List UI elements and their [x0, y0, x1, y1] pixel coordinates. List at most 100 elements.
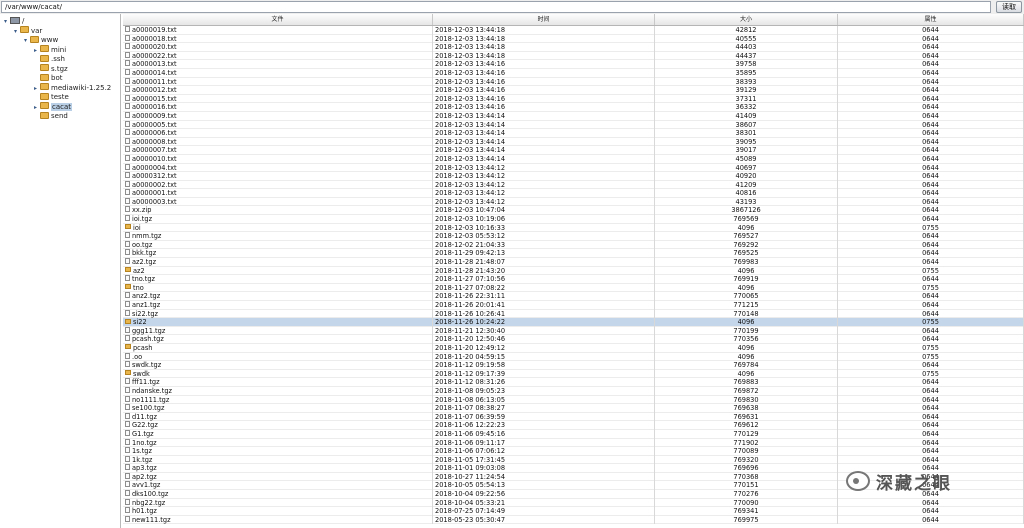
tree-item[interactable]: bot [34, 73, 62, 83]
table-row[interactable]: a0000006.txt 2018-12-03 13:44:14 38301 0644 [123, 129, 1024, 138]
table-row[interactable]: ggg11.tgz 2018-11-21 12:30:40 770199 0644 [123, 326, 1024, 336]
file-size-cell-text: 3867126 [731, 206, 761, 215]
table-row[interactable]: fff11.tgz 2018-11-12 08:31:26 769883 0644 [123, 378, 1024, 387]
table-row[interactable]: nmm.tgz 2018-12-03 05:53:12 769527 0644 [123, 232, 1024, 241]
table-row[interactable]: xx.zip 2018-12-03 10:47:04 3867126 0644 [123, 206, 1024, 216]
file-size-cell: 769612 [655, 421, 838, 430]
table-row[interactable]: G22.tgz 2018-11-06 12:22:23 769612 0644 [123, 421, 1024, 430]
table-row[interactable]: se100.tgz 2018-11-07 08:38:27 769638 0644 [123, 404, 1024, 413]
table-row[interactable]: 1k.tgz 2018-11-05 17:31:45 769320 0644 [123, 455, 1024, 465]
tree-item[interactable]: ▾ / [4, 16, 24, 26]
table-row[interactable]: a0000001.txt 2018-12-03 13:44:12 40816 0644 [123, 189, 1024, 198]
table-row[interactable]: 1no.tgz 2018-11-06 09:11:17 771902 0644 [123, 438, 1024, 448]
table-row[interactable]: a0000022.txt 2018-12-03 13:44:18 44437 0644 [123, 51, 1024, 61]
file-name-cell-text: a0000013.txt [132, 60, 177, 69]
tree-item[interactable]: send [34, 111, 68, 121]
table-row[interactable]: anz1.tgz 2018-11-26 20:01:41 771215 0644 [123, 301, 1024, 310]
table-row[interactable]: a0000009.txt 2018-12-03 13:44:14 41409 0644 [123, 111, 1024, 121]
table-row[interactable]: h01.tgz 2018-07-25 07:14:49 769341 0644 [123, 507, 1024, 516]
table-row[interactable]: 1s.tgz 2018-11-06 07:06:12 770089 0644 [123, 447, 1024, 456]
file-time-cell-text: 2018-11-20 12:49:12 [435, 343, 506, 352]
read-button[interactable]: 读取 [996, 1, 1022, 13]
table-row[interactable]: bkk.tgz 2018-11-29 09:42:13 769525 0644 [123, 249, 1024, 259]
table-row[interactable]: G1.tgz 2018-11-06 09:45:16 770129 0644 [123, 429, 1024, 439]
table-row[interactable]: a0000004.txt 2018-12-03 13:44:12 40697 0644 [123, 163, 1024, 173]
table-row[interactable]: anz2.tgz 2018-11-26 22:31:11 770065 0644 [123, 292, 1024, 301]
table-row[interactable]: a0000019.txt 2018-12-03 13:44:18 42812 0644 [123, 26, 1024, 35]
table-row[interactable]: a0000014.txt 2018-12-03 13:44:16 35895 0644 [123, 68, 1024, 78]
file-attributes-cell-text: 0644 [922, 172, 939, 181]
table-row[interactable]: nbg22.tgz 2018-10-04 05:33:21 770090 0644 [123, 498, 1024, 508]
table-row[interactable]: az2 2018-11-28 21:43:20 4096 0755 [123, 266, 1024, 276]
table-row[interactable]: ndanske.tgz 2018-11-08 09:05:23 769872 0644 [123, 386, 1024, 396]
table-row[interactable]: a0000007.txt 2018-12-03 13:44:14 39017 0644 [123, 146, 1024, 155]
table-row[interactable]: pcash 2018-11-20 12:49:12 4096 0755 [123, 343, 1024, 353]
file-size-cell-text: 770356 [733, 335, 759, 344]
tree-item[interactable]: ▾ var [14, 26, 42, 36]
tree-item[interactable]: .ssh [34, 54, 65, 64]
table-row[interactable]: .oo 2018-11-20 04:59:15 4096 0755 [123, 352, 1024, 362]
file-attributes-cell: 0644 [838, 206, 1024, 216]
column-header-size[interactable]: 大小 [655, 14, 838, 25]
table-row[interactable]: new111.tgz 2018-05-23 05:30:47 769975 0644 [123, 515, 1024, 525]
table-row[interactable]: ioi.tgz 2018-12-03 10:19:06 769569 0644 [123, 215, 1024, 224]
table-row[interactable]: a0000010.txt 2018-12-03 13:44:14 45089 0644 [123, 154, 1024, 164]
table-row[interactable]: a0000013.txt 2018-12-03 13:44:16 39758 0644 [123, 60, 1024, 69]
folder-icon [20, 26, 29, 33]
file-attributes-cell-text: 0644 [922, 507, 939, 516]
path-input[interactable] [1, 1, 991, 13]
tree-item[interactable]: ▸ cacat [34, 102, 73, 112]
file-time-cell-text: 2018-10-05 05:54:13 [435, 481, 506, 490]
table-row[interactable]: ioi 2018-12-03 10:16:33 4096 0755 [123, 223, 1024, 233]
tree-item-label: mediawiki-1.25.2 [51, 83, 112, 92]
file-size-cell-text: 35895 [735, 68, 757, 77]
table-row[interactable]: tno.tgz 2018-11-27 07:10:56 769919 0644 [123, 275, 1024, 284]
file-name-cell: 1s.tgz [123, 447, 433, 456]
table-row[interactable]: swdk 2018-11-12 09:17:39 4096 0755 [123, 369, 1024, 379]
table-row[interactable]: a0000011.txt 2018-12-03 13:44:16 38393 0644 [123, 77, 1024, 87]
table-row[interactable]: a0000312.txt 2018-12-03 13:44:12 40920 0644 [123, 172, 1024, 181]
table-row[interactable]: a0000002.txt 2018-12-03 13:44:12 41209 0644 [123, 180, 1024, 190]
column-header-time[interactable]: 时间 [433, 14, 655, 25]
table-row[interactable]: a0000016.txt 2018-12-03 13:44:16 36332 0644 [123, 103, 1024, 112]
table-row[interactable]: a0000015.txt 2018-12-03 13:44:16 37311 0644 [123, 94, 1024, 104]
file-name-cell: a0000018.txt [123, 34, 433, 44]
file-attributes-cell-text: 0644 [922, 232, 939, 241]
table-row[interactable]: d11.tgz 2018-11-07 06:39:59 769631 0644 [123, 412, 1024, 422]
file-icon [125, 197, 130, 204]
file-name-cell: a0000007.txt [123, 146, 433, 155]
table-row[interactable]: swdk.tgz 2018-11-12 09:19:58 769784 0644 [123, 361, 1024, 370]
tree-item-label: send [51, 112, 68, 120]
folder-icon [125, 267, 131, 273]
tree-item[interactable]: ▸ mediawiki-1.25.2 [34, 83, 112, 93]
table-row[interactable]: a0000008.txt 2018-12-03 13:44:14 39095 0644 [123, 137, 1024, 147]
file-name-cell-text: az2 [133, 266, 145, 275]
file-time-cell-text: 2018-11-21 12:30:40 [435, 326, 506, 335]
file-attributes-cell: 0755 [838, 369, 1024, 379]
file-name-cell-text: a0000014.txt [132, 68, 177, 77]
table-row[interactable]: oo.tgz 2018-12-02 21:04:33 769292 0644 [123, 240, 1024, 250]
file-size-cell: 770090 [655, 498, 838, 508]
table-row[interactable]: si22.tgz 2018-11-26 10:26:41 770148 0644 [123, 309, 1024, 319]
table-row[interactable]: no1111.tgz 2018-11-08 06:13:05 769830 0644 [123, 395, 1024, 405]
table-row[interactable]: az2.tgz 2018-11-28 21:48:07 769983 0644 [123, 258, 1024, 267]
table-row[interactable]: a0000020.txt 2018-12-03 13:44:18 44403 0644 [123, 43, 1024, 52]
table-row[interactable]: pcash.tgz 2018-11-20 12:50:46 770356 0644 [123, 335, 1024, 344]
table-row[interactable]: a0000003.txt 2018-12-03 13:44:12 43193 0644 [123, 197, 1024, 207]
table-row[interactable]: si22 2018-11-26 10:24:22 4096 0755 [123, 318, 1024, 327]
column-header-file[interactable]: 文件 [123, 14, 433, 25]
table-row[interactable]: a0000005.txt 2018-12-03 13:44:14 38607 0644 [123, 120, 1024, 130]
table-row[interactable]: a0000012.txt 2018-12-03 13:44:16 39129 0644 [123, 86, 1024, 95]
file-attributes-cell-text: 0644 [922, 429, 939, 438]
file-time-cell-text: 2018-11-28 21:48:07 [435, 258, 506, 267]
table-row[interactable]: tno 2018-11-27 07:08:22 4096 0755 [123, 283, 1024, 293]
file-time-cell-text: 2018-12-02 21:04:33 [435, 240, 506, 249]
table-row[interactable]: a0000018.txt 2018-12-03 13:44:18 40555 0644 [123, 34, 1024, 44]
file-name-cell-text: a0000312.txt [132, 172, 177, 181]
tree-item[interactable]: ▸ mini [34, 45, 66, 55]
file-time-cell-text: 2018-12-03 13:44:16 [435, 60, 506, 69]
tree-item[interactable]: ▾ www [24, 35, 58, 45]
tree-item[interactable]: s.tgz [34, 64, 68, 74]
tree-item[interactable]: teste [34, 92, 69, 102]
column-header-attributes[interactable]: 属性 [838, 14, 1024, 25]
